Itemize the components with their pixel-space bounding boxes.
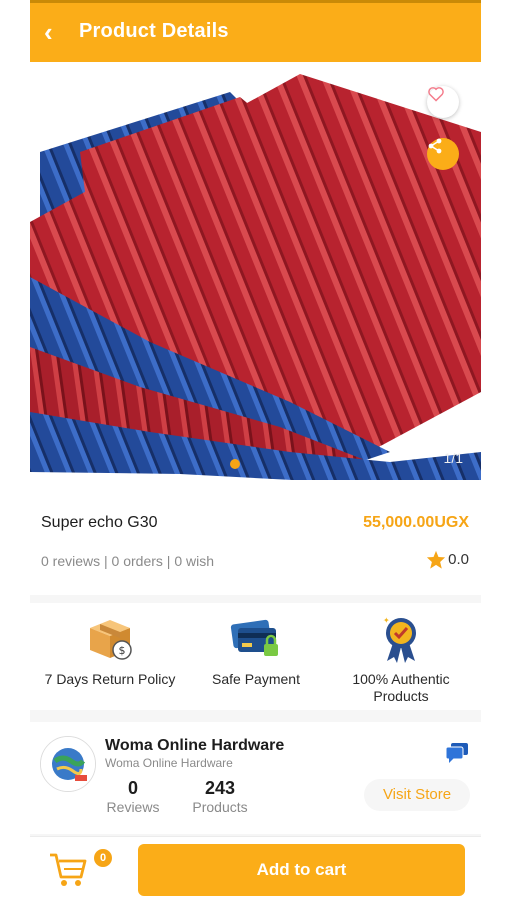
gallery-counter: 1/1 — [443, 450, 463, 466]
chat-button[interactable] — [445, 742, 469, 769]
feature-label: 100% Authentic Products — [352, 671, 450, 704]
products-label: Products — [192, 799, 248, 815]
products-count: 243 — [204, 778, 236, 798]
feature-authentic: ✦ 100% Authentic Products — [331, 615, 471, 705]
app-frame: ‹ Product Details 1/1 Super echo G30 55,… — [30, 0, 481, 900]
share-icon — [428, 138, 442, 154]
authentic-badge-icon: ✦ — [383, 616, 416, 663]
top-app-bar: ‹ Product Details — [30, 0, 481, 62]
add-to-cart-button[interactable]: Add to cart — [138, 844, 465, 896]
store-logo-image — [41, 737, 95, 791]
guarantee-features: $ 7 Days Return Policy Safe Payment ✦ 10… — [30, 603, 481, 710]
secure-card-icon — [230, 619, 278, 656]
bottom-action-bar: 0 Add to cart — [30, 836, 481, 900]
product-rating: 0.0 — [426, 550, 469, 569]
store-card: Woma Online Hardware Woma Online Hardwar… — [30, 722, 481, 834]
share-button[interactable] — [427, 138, 459, 170]
store-reviews-stat: 0 Reviews — [105, 778, 161, 816]
store-subtitle: Woma Online Hardware — [105, 756, 233, 770]
feature-safe-payment: Safe Payment — [186, 615, 326, 688]
store-logo[interactable] — [40, 736, 96, 792]
cart-button[interactable] — [48, 849, 88, 889]
svg-text:✦: ✦ — [383, 616, 390, 625]
cart-icon — [50, 853, 87, 886]
visit-store-button[interactable]: Visit Store — [364, 779, 470, 811]
reviews-label: Reviews — [106, 799, 160, 815]
product-image-gallery[interactable]: 1/1 — [30, 62, 481, 495]
product-price: 55,000.00UGX — [363, 514, 469, 531]
product-info-section: Super echo G30 55,000.00UGX 0 reviews | … — [30, 495, 481, 595]
return-box-icon: $ — [90, 620, 132, 660]
store-products-stat: 243 Products — [188, 778, 252, 816]
feature-label: Safe Payment — [212, 671, 300, 687]
reviews-count: 0 — [127, 778, 138, 798]
page-title: Product Details — [79, 20, 229, 42]
feature-label: 7 Days Return Policy — [44, 671, 176, 687]
back-arrow-icon[interactable]: ‹ — [44, 17, 68, 47]
chat-icon — [445, 743, 468, 763]
favorite-button[interactable] — [427, 86, 459, 118]
star-icon — [427, 550, 446, 569]
rating-value: 0.0 — [448, 551, 469, 568]
product-image — [30, 62, 481, 495]
product-stats: 0 reviews | 0 orders | 0 wish — [41, 553, 215, 569]
cart-count-badge: 0 — [94, 849, 112, 867]
product-name: Super echo G30 — [41, 514, 158, 531]
gallery-page-indicator — [230, 459, 240, 469]
store-name[interactable]: Woma Online Hardware — [105, 737, 284, 755]
svg-text:$: $ — [119, 644, 126, 657]
heart-icon — [428, 87, 444, 102]
feature-return-policy: $ 7 Days Return Policy — [40, 615, 180, 688]
